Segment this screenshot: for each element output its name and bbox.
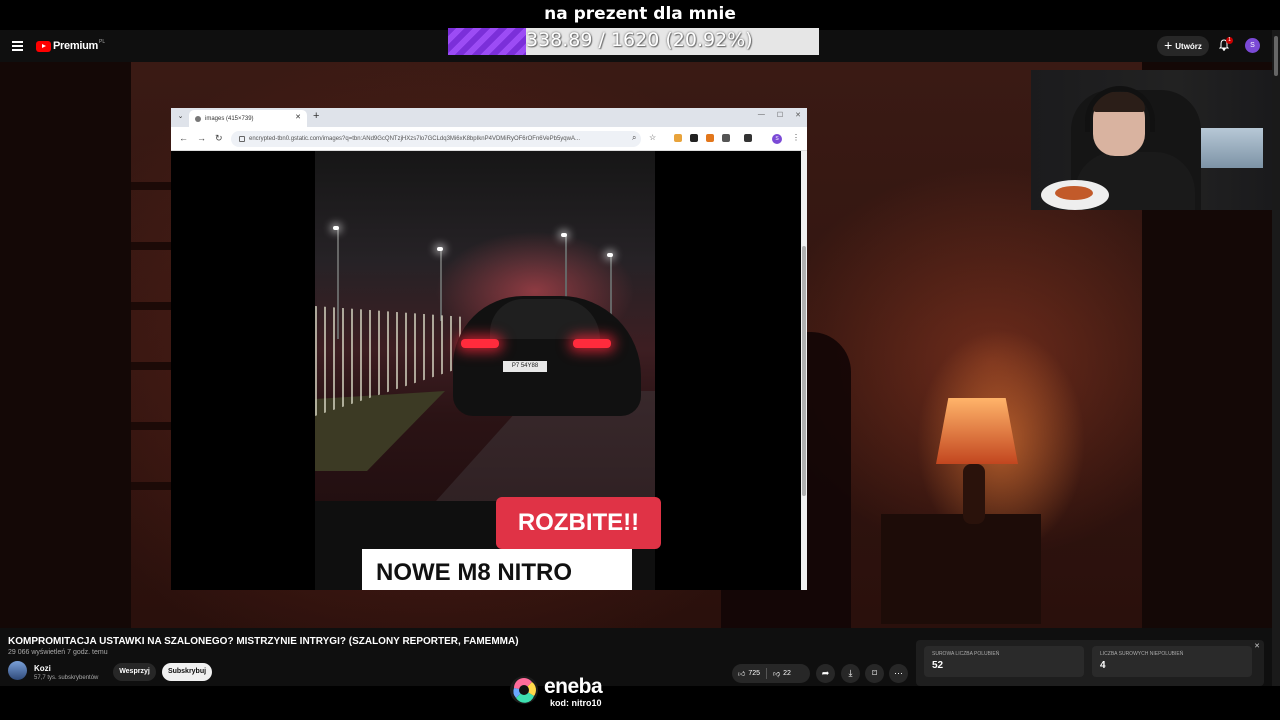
close-tab-icon[interactable]: ✕	[295, 113, 301, 121]
taillight-right	[573, 339, 611, 348]
site-info-icon[interactable]	[239, 136, 245, 142]
like-dislike-group: 👍︎ 725 👎︎ 22	[732, 664, 810, 683]
browser-profile-avatar[interactable]: S	[772, 134, 782, 144]
lamp-base	[963, 464, 985, 524]
url-text: encrypted-tbn0.gstatic.com/images?q=tbn:…	[249, 136, 580, 142]
dislike-count: 22	[783, 670, 791, 677]
address-bar[interactable]: encrypted-tbn0.gstatic.com/images?q=tbn:…	[231, 131, 641, 147]
food	[1055, 186, 1093, 200]
raw-likes-label: SUROWA LICZBA POLUBIEŃ	[932, 651, 1000, 657]
menu-icon[interactable]	[12, 41, 23, 51]
thumbs-up-icon: 👍︎	[738, 671, 746, 678]
subscribe-button[interactable]: Subskrybuj	[162, 663, 212, 681]
lamp-shade	[936, 398, 1018, 464]
webcam-feed	[1031, 70, 1272, 210]
red-caption: ROZBITE!!	[496, 497, 661, 549]
raw-likes-box: SUROWA LICZBA POLUBIEŃ 52	[924, 646, 1084, 677]
tab-bar: ⌄ images (415×739) ✕ + — ☐ ✕	[171, 108, 807, 127]
forward-icon[interactable]: →	[197, 133, 206, 143]
account-avatar[interactable]: S	[1245, 38, 1260, 53]
notification-badge: 1	[1226, 37, 1233, 44]
puzzle-icon[interactable]	[722, 134, 730, 142]
logo-text: Premium	[53, 40, 98, 52]
sponsor-code: kod: nitro10	[550, 698, 602, 708]
channel-avatar[interactable]	[8, 661, 27, 680]
create-label: Utwórz	[1175, 41, 1202, 51]
raw-dislikes-box: LICZBA SUROWYCH NIEPOLUBIEŃ 4	[1092, 646, 1252, 677]
more-actions-icon[interactable]: ⋯	[889, 664, 908, 683]
license-plate: P7 54Y88	[503, 361, 547, 372]
zoom-icon[interactable]: ⌕	[632, 133, 636, 143]
like-count: 725	[748, 670, 761, 677]
video-title: KOMPROMITACJA USTAWKI NA SZALONEGO? MIST…	[8, 636, 519, 647]
browser-scroll-thumb[interactable]	[802, 246, 806, 496]
like-button[interactable]: 👍︎ 725	[732, 664, 766, 683]
plus-icon: +	[1164, 37, 1173, 53]
channel-name[interactable]: Kozi	[34, 664, 51, 673]
back-icon[interactable]: ←	[179, 133, 188, 143]
raw-likes-value: 52	[932, 660, 944, 671]
eneba-logo-icon	[510, 676, 538, 704]
minimize-icon[interactable]: —	[758, 111, 765, 119]
browser-tab[interactable]: images (415×739) ✕	[189, 110, 307, 127]
taillight-left	[461, 339, 499, 348]
support-button[interactable]: Wesprzyj	[113, 663, 156, 681]
window-controls: — ☐ ✕	[758, 111, 801, 119]
raw-dislikes-value: 4	[1100, 660, 1106, 671]
dislike-button[interactable]: 👎︎ 22	[767, 664, 797, 683]
download-icon[interactable]: ⤓	[841, 664, 860, 683]
logo-country: PL	[98, 39, 106, 45]
create-button[interactable]: + Utwórz	[1157, 36, 1209, 56]
tab-title: images (415×739)	[205, 115, 254, 122]
page-scroll-thumb[interactable]	[1274, 36, 1278, 76]
share-icon[interactable]: ➦	[816, 664, 835, 683]
close-icon[interactable]: ✕	[1254, 642, 1260, 650]
nightstand	[881, 514, 1041, 624]
video-info-panel: KOMPROMITACJA USTAWKI NA SZALONEGO? MIST…	[0, 628, 1280, 686]
sponsor-name: eneba	[544, 675, 603, 698]
new-tab-icon[interactable]: +	[313, 110, 319, 122]
goal-fill	[448, 28, 526, 55]
metamask-icon[interactable]	[706, 134, 714, 142]
extensions-bar	[674, 134, 752, 142]
channel-subscribers: 57,7 tys. subskrybentów	[34, 675, 99, 681]
youtube-play-icon	[36, 40, 51, 52]
browser-window: ⌄ images (415×739) ✕ + — ☐ ✕ ← → ↻ encry…	[171, 108, 807, 590]
white-caption: NOWE M8 NITRO	[376, 559, 572, 586]
close-window-icon[interactable]: ✕	[795, 111, 801, 119]
overlay-title: na prezent dla mnie	[544, 4, 736, 24]
save-icon[interactable]: ⌑	[865, 664, 884, 683]
favicon-icon	[195, 115, 201, 122]
maximize-icon[interactable]: ☐	[777, 111, 783, 119]
raw-rating-panel: SUROWA LICZBA POLUBIEŃ 52 LICZBA SUROWYC…	[916, 640, 1264, 686]
video-meta[interactable]: 29 066 wyświetleń 7 godz. temu	[8, 649, 108, 656]
donation-goal-bar: 338.89 / 1620 (20.92%)	[448, 28, 819, 55]
browser-menu-icon[interactable]: ⋮	[792, 133, 800, 142]
goal-text: 338.89 / 1620 (20.92%)	[526, 29, 753, 51]
reload-icon[interactable]: ↻	[215, 133, 223, 144]
extension-icon[interactable]	[690, 134, 698, 142]
browser-toolbar: ← → ↻ encrypted-tbn0.gstatic.com/images?…	[171, 127, 807, 151]
media-icon[interactable]	[744, 134, 752, 142]
page-scrollbar[interactable]	[1272, 30, 1280, 686]
raw-dislikes-label: LICZBA SUROWYCH NIEPOLUBIEŃ	[1100, 651, 1184, 657]
youtube-logo[interactable]: Premium PL	[36, 39, 106, 52]
bookmark-star-icon[interactable]: ☆	[649, 133, 656, 142]
thumbs-down-icon: 👎︎	[773, 671, 781, 678]
extension-icon[interactable]	[674, 134, 682, 142]
tab-search-icon[interactable]: ⌄	[175, 112, 186, 123]
